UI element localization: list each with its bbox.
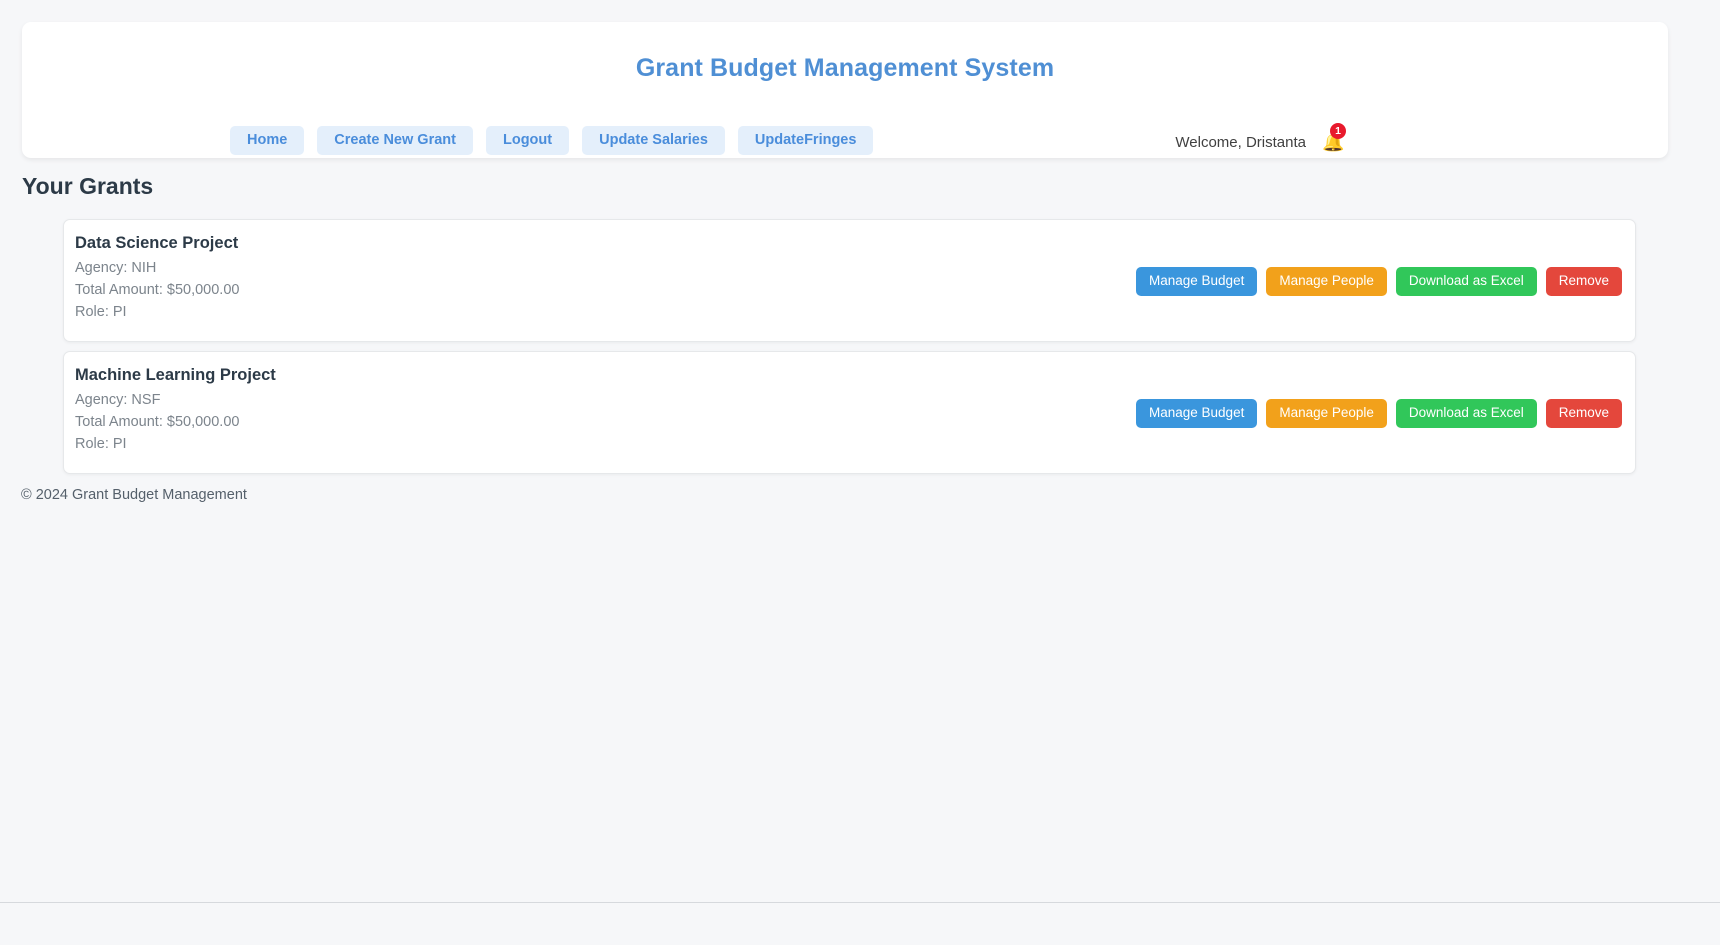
grant-details: Machine Learning Project Agency: NSF Tot… [75,366,276,458]
notification-count-badge: 1 [1330,123,1346,139]
nav-update-fringes[interactable]: UpdateFringes [737,126,874,155]
nav-home[interactable]: Home [230,126,305,155]
remove-grant-button[interactable]: Remove [1545,267,1622,296]
grant-agency: Agency: NSF [75,392,161,408]
notification-bell-button[interactable]: 🔔 1 [1322,123,1346,154]
grant-details: Data Science Project Agency: NIH Total A… [75,234,239,326]
app-page: Grant Budget Management System Home Crea… [0,0,1720,945]
grant-card: Data Science Project Agency: NIH Total A… [63,219,1636,342]
section-heading: Your Grants [22,173,154,199]
footer-copyright: © 2024 Grant Budget Management [21,487,247,503]
grant-actions: Manage Budget Manage People Download as … [1136,267,1622,296]
grant-card: Machine Learning Project Agency: NSF Tot… [63,351,1636,474]
download-excel-button[interactable]: Download as Excel [1395,267,1537,296]
grant-title: Machine Learning Project [75,366,276,384]
header-card: Grant Budget Management System Home Crea… [22,22,1668,158]
nav-update-salaries[interactable]: Update Salaries [582,126,725,155]
grant-title: Data Science Project [75,234,239,252]
main-navigation: Home Create New Grant Logout Update Sala… [230,126,874,155]
bottom-divider [0,902,1720,903]
page-title: Grant Budget Management System [635,54,1055,82]
welcome-message: Welcome, Dristanta [1175,133,1306,151]
nav-logout[interactable]: Logout [485,126,570,155]
grant-role: Role: PI [75,304,127,320]
manage-budget-button[interactable]: Manage Budget [1136,267,1258,296]
download-excel-button[interactable]: Download as Excel [1395,399,1537,428]
grant-actions: Manage Budget Manage People Download as … [1136,399,1622,428]
grant-role: Role: PI [75,436,127,452]
manage-budget-button[interactable]: Manage Budget [1136,399,1258,428]
manage-people-button[interactable]: Manage People [1266,399,1387,428]
grant-total-amount: Total Amount: $50,000.00 [75,414,240,430]
grant-agency: Agency: NIH [75,260,157,276]
user-area: Welcome, Dristanta 🔔 1 [1175,123,1346,154]
nav-create-new-grant[interactable]: Create New Grant [317,126,473,155]
grant-total-amount: Total Amount: $50,000.00 [75,282,240,298]
manage-people-button[interactable]: Manage People [1266,267,1387,296]
remove-grant-button[interactable]: Remove [1545,399,1622,428]
grants-list: Data Science Project Agency: NIH Total A… [63,219,1636,483]
